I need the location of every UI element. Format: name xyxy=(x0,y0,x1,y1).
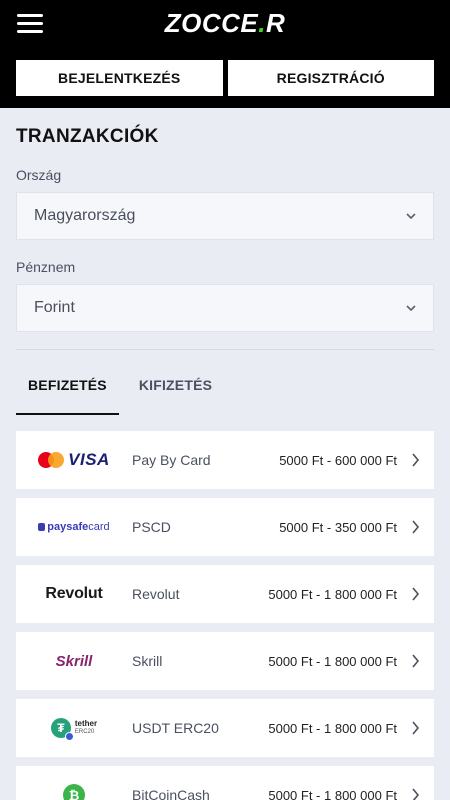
currency-select[interactable]: Forint xyxy=(16,284,434,332)
mastercard-icon xyxy=(38,452,65,468)
tether-logo-subtext: ERC20 xyxy=(74,729,95,735)
tether-icon: ₮ xyxy=(50,718,74,741)
skrill-logo-text: Skrill xyxy=(55,652,93,670)
lock-icon xyxy=(38,523,46,531)
visa-logo-text: VISA xyxy=(68,450,110,469)
payment-method-paysafecard[interactable]: paysafe card PSCD 5000 Ft - 350 000 Ft xyxy=(16,498,434,556)
tab-withdrawal[interactable]: KIFIZETÉS xyxy=(127,371,224,415)
paysafecard-logo-text-a: paysafe xyxy=(47,521,89,533)
chevron-right-icon xyxy=(412,654,420,668)
method-range: 5000 Ft - 1 800 000 Ft xyxy=(268,787,397,800)
top-bar: ZOCCE.R BEJELENTKEZÉS REGISZTRÁCIÓ xyxy=(0,0,450,108)
currency-select-value: Forint xyxy=(34,299,75,316)
logo-text: ZOCCE xyxy=(164,8,259,38)
chevron-down-icon xyxy=(406,213,416,220)
payment-methods-list: VISA Pay By Card 5000 Ft - 600 000 Ft pa… xyxy=(16,431,434,800)
chevron-down-icon xyxy=(406,305,416,312)
country-select[interactable]: Magyarország xyxy=(16,192,434,240)
tether-logo: ₮ tether ERC20 xyxy=(32,718,116,741)
login-button[interactable]: BEJELENTKEZÉS xyxy=(16,60,223,96)
method-range: 5000 Ft - 1 800 000 Ft xyxy=(268,720,397,736)
payment-method-card[interactable]: VISA Pay By Card 5000 Ft - 600 000 Ft xyxy=(16,431,434,489)
register-button[interactable]: REGISZTRÁCIÓ xyxy=(227,60,434,96)
bitcoin-cash-icon: ₿ xyxy=(63,784,85,800)
country-select-value: Magyarország xyxy=(34,207,136,224)
divider xyxy=(16,349,434,350)
chevron-right-icon xyxy=(412,721,420,735)
payment-method-usdt[interactable]: ₮ tether ERC20 USDT ERC20 5000 Ft - 1 80… xyxy=(16,699,434,757)
bitcoincash-logo: ₿ xyxy=(32,784,116,800)
logo-text-end: R xyxy=(265,8,286,38)
method-range: 5000 Ft - 1 800 000 Ft xyxy=(268,586,397,602)
currency-label: Pénznem xyxy=(16,259,76,275)
tether-logo-text: tether xyxy=(74,719,98,728)
method-range: 5000 Ft - 350 000 Ft xyxy=(279,519,397,535)
method-range: 5000 Ft - 600 000 Ft xyxy=(279,452,397,468)
paysafecard-logo: paysafe card xyxy=(32,521,116,533)
page-title: TRANZAKCIÓK xyxy=(16,126,159,147)
paysafecard-logo-text-b: card xyxy=(88,521,110,533)
method-name: PSCD xyxy=(132,519,171,535)
visa-mastercard-logo: VISA xyxy=(32,450,116,470)
revolut-logo-text: Revolut xyxy=(45,585,103,602)
skrill-logo: Skrill xyxy=(32,653,116,670)
chevron-right-icon xyxy=(412,520,420,534)
method-range: 5000 Ft - 1 800 000 Ft xyxy=(268,653,397,669)
payment-method-bitcoincash[interactable]: ₿ BitCoinCash 5000 Ft - 1 800 000 Ft xyxy=(16,766,434,800)
revolut-logo: Revolut xyxy=(32,585,116,603)
auth-buttons: BEJELENTKEZÉS REGISZTRÁCIÓ xyxy=(16,60,434,96)
method-name: USDT ERC20 xyxy=(132,720,219,736)
method-name: Skrill xyxy=(132,653,163,669)
chevron-right-icon xyxy=(412,453,420,467)
chevron-right-icon xyxy=(412,788,420,800)
method-name: Pay By Card xyxy=(132,452,211,468)
main-content: TRANZAKCIÓK Ország Magyarország Pénznem … xyxy=(0,126,450,800)
tab-deposit[interactable]: BEFIZETÉS xyxy=(16,371,119,415)
country-label: Ország xyxy=(16,167,62,183)
logo[interactable]: ZOCCE.R xyxy=(0,8,450,39)
chevron-right-icon xyxy=(412,587,420,601)
payment-method-revolut[interactable]: Revolut Revolut 5000 Ft - 1 800 000 Ft xyxy=(16,565,434,623)
method-name: BitCoinCash xyxy=(132,787,210,800)
ethereum-icon xyxy=(64,732,74,741)
method-name: Revolut xyxy=(132,586,180,602)
transaction-tabs: BEFIZETÉS KIFIZETÉS xyxy=(16,371,434,415)
payment-method-skrill[interactable]: Skrill Skrill 5000 Ft - 1 800 000 Ft xyxy=(16,632,434,690)
